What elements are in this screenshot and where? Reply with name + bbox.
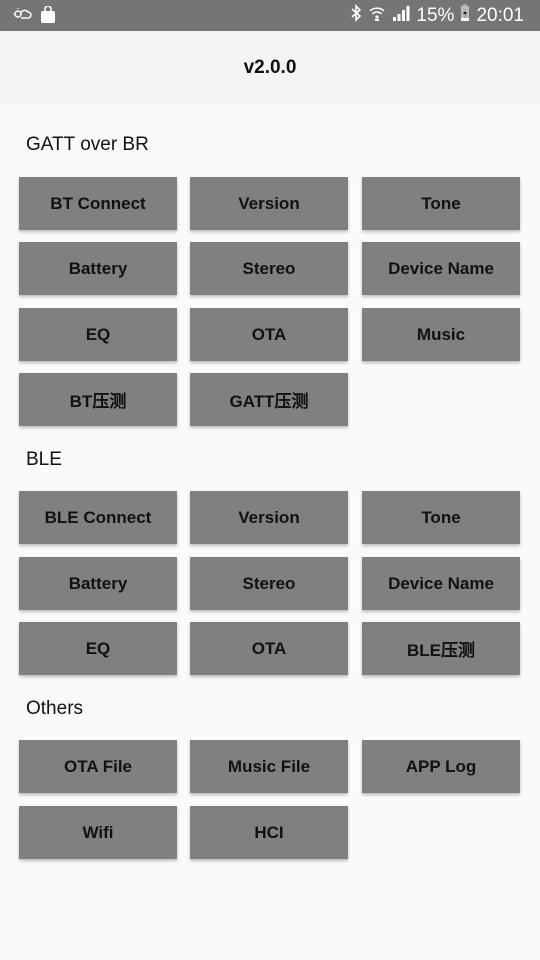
br-ota-button[interactable]: OTA: [190, 308, 348, 361]
ble-version-button[interactable]: Version: [190, 491, 348, 544]
status-bar: 15% 20:01: [0, 0, 540, 31]
app-title: v2.0.0: [243, 57, 297, 78]
weather-icon: [12, 7, 32, 28]
wifi-button[interactable]: Wifi: [19, 806, 177, 859]
ble-battery-button[interactable]: Battery: [19, 557, 177, 610]
br-eq-button[interactable]: EQ: [19, 308, 177, 361]
ble-stereo-button[interactable]: Stereo: [190, 557, 348, 610]
br-device-name-button[interactable]: Device Name: [362, 242, 520, 295]
bt-connect-button[interactable]: BT Connect: [19, 177, 177, 230]
br-version-button[interactable]: Version: [190, 177, 348, 230]
app-log-button[interactable]: APP Log: [362, 740, 520, 793]
battery-percent: 15%: [416, 5, 455, 26]
bt-stress-test-button[interactable]: BT压测: [19, 373, 177, 426]
ble-stress-test-button[interactable]: BLE压测: [362, 622, 520, 675]
wifi-icon: [368, 4, 386, 28]
ble-ota-button[interactable]: OTA: [190, 622, 348, 675]
hci-button[interactable]: HCI: [190, 806, 348, 859]
section-title-others: Others: [26, 698, 84, 719]
ble-tone-button[interactable]: Tone: [362, 491, 520, 544]
ble-eq-button[interactable]: EQ: [19, 622, 177, 675]
signal-icon: [392, 4, 410, 28]
section-title-ble: BLE: [26, 449, 62, 470]
clock: 20:01: [476, 5, 524, 26]
battery-charging-icon: [460, 4, 470, 28]
shopping-bag-icon: [40, 5, 56, 29]
ble-connect-button[interactable]: BLE Connect: [19, 491, 177, 544]
gatt-stress-test-button[interactable]: GATT压测: [190, 373, 348, 426]
app-bar: v2.0.0: [0, 31, 540, 105]
bluetooth-icon: [350, 4, 362, 28]
ota-file-button[interactable]: OTA File: [19, 740, 177, 793]
section-title-gatt-over-br: GATT over BR: [26, 134, 149, 155]
br-battery-button[interactable]: Battery: [19, 242, 177, 295]
br-tone-button[interactable]: Tone: [362, 177, 520, 230]
br-music-button[interactable]: Music: [362, 308, 520, 361]
ble-device-name-button[interactable]: Device Name: [362, 557, 520, 610]
music-file-button[interactable]: Music File: [190, 740, 348, 793]
br-stereo-button[interactable]: Stereo: [190, 242, 348, 295]
